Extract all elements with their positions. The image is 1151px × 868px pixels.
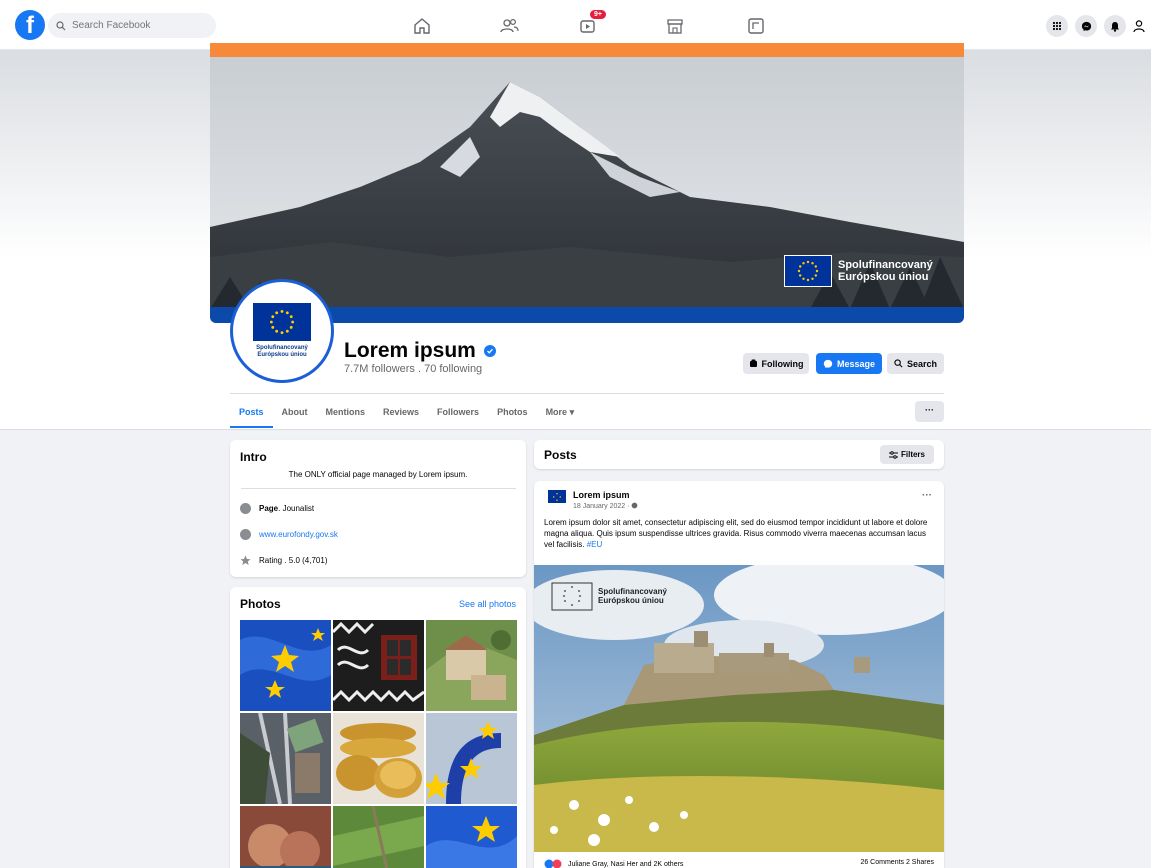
more-options-button[interactable]: ··· [915, 401, 944, 422]
intro-divider [241, 488, 516, 489]
filters-label: Filters [900, 450, 925, 459]
intro-description: The ONLY official page managed by Lorem … [288, 470, 468, 479]
cover-eu-badge: Spolufinancovaný Európskou úniou [784, 255, 933, 287]
intro-title: Intro [240, 450, 267, 464]
photo-thumbnail[interactable] [240, 713, 331, 804]
page-name-text: Lorem ipsum [344, 339, 476, 362]
posts-title: Posts [544, 448, 577, 462]
page-title: Lorem ipsum [344, 339, 496, 363]
posts-header-card: Posts Filters [534, 440, 944, 469]
photo-thumbnail[interactable] [426, 713, 517, 804]
tab-photos[interactable]: Photos [488, 398, 537, 428]
post-image[interactable]: Spolufinancovaný Európskou úniou [534, 565, 944, 852]
page-type-label: Page [259, 504, 279, 513]
globe-icon [631, 502, 638, 509]
home-icon[interactable] [410, 14, 434, 38]
photo-thumbnail[interactable] [333, 713, 424, 804]
filters-icon [888, 450, 898, 459]
intro-card: Intro The ONLY official page managed by … [230, 440, 526, 577]
cover-eu-line1: Spolufinancovaný [838, 259, 933, 271]
post-stats[interactable]: 26 Comments 2 Shares [860, 859, 934, 866]
tab-about[interactable]: About [273, 398, 317, 428]
search-box[interactable] [48, 13, 216, 38]
globe-icon [240, 529, 251, 540]
search-page-button[interactable]: Search [887, 353, 944, 374]
castle-landscape-image [534, 565, 944, 852]
post-image-eu-line2: Európskou úniou [598, 596, 664, 605]
search-icon [56, 20, 66, 30]
photo-thumbnail[interactable] [333, 620, 424, 711]
photo-thumbnail[interactable] [240, 806, 331, 868]
tab-mentions[interactable]: Mentions [317, 398, 375, 428]
eu-flag-icon [253, 303, 311, 341]
tab-more[interactable]: More ▾ [537, 398, 584, 428]
reactions-summary[interactable]: Juliane Gray, Nasi Her and 2K others [544, 859, 683, 868]
follower-stats: 7.7M followers . 70 following [344, 363, 483, 375]
cover-photo[interactable]: Spolufinancovaný Európskou úniou [210, 43, 964, 323]
photos-title: Photos [240, 597, 281, 611]
post-date: 18 January 2022 · [573, 502, 638, 510]
messenger-icon [823, 359, 833, 368]
tab-followers[interactable]: Followers [428, 398, 488, 428]
following-icon [749, 359, 757, 367]
menu-grid-icon[interactable] [1046, 15, 1068, 37]
verified-badge-icon [483, 345, 496, 357]
website-link[interactable]: www.eurofondy.gov.sk [259, 530, 338, 539]
photo-thumbnail[interactable] [240, 620, 331, 711]
cover-eu-line2: Európskou úniou [838, 271, 929, 283]
notification-badge: 9+ [590, 10, 606, 19]
tab-posts[interactable]: Posts [230, 398, 273, 428]
info-icon [240, 503, 251, 514]
page-type-row: Page . Jounalist [240, 503, 314, 514]
page-tabs: Posts About Mentions Reviews Followers P… [230, 398, 583, 428]
post-more-button[interactable]: ··· [922, 490, 932, 501]
search-label: Search [906, 358, 938, 369]
eu-flag-icon [784, 255, 832, 287]
website-row: www.eurofondy.gov.sk [240, 529, 338, 540]
star-icon [240, 555, 251, 565]
friends-icon[interactable] [497, 14, 521, 38]
post-author[interactable]: Lorem ipsum [573, 490, 630, 500]
post-image-eu-label: Spolufinancovaný Európskou úniou [598, 587, 667, 605]
reactions-text: Juliane Gray, Nasi Her and 2K others [568, 860, 684, 868]
cover-accent-bar [210, 43, 964, 57]
following-label: Following [761, 358, 804, 369]
following-button[interactable]: Following [743, 353, 809, 374]
account-icon[interactable] [1130, 14, 1148, 38]
facebook-logo-icon[interactable]: f [15, 10, 45, 40]
photo-thumbnail[interactable] [426, 620, 517, 711]
photos-card: Photos See all photos [230, 587, 526, 868]
tab-reviews[interactable]: Reviews [374, 398, 428, 428]
post-card: Lorem ipsum 18 January 2022 · ··· Lorem … [534, 481, 944, 868]
gaming-icon[interactable] [744, 14, 768, 38]
photo-thumbnail[interactable] [333, 806, 424, 868]
message-button[interactable]: Message [816, 353, 882, 374]
post-text: Lorem ipsum dolor sit amet, consectetur … [544, 517, 936, 550]
page-type-value: . Jounalist [278, 504, 315, 513]
post-date-text: 18 January 2022 · [573, 503, 632, 510]
filters-button[interactable]: Filters [880, 445, 934, 464]
post-image-eu-line1: Spolufinancovaný [598, 587, 667, 596]
avatar[interactable]: Spolufinancovaný Európskou úniou [230, 279, 334, 383]
marketplace-icon[interactable] [663, 14, 687, 38]
avatar-line2: Európskou úniou [257, 352, 307, 358]
messenger-icon[interactable] [1075, 15, 1097, 37]
photo-thumbnail[interactable] [426, 806, 517, 868]
post-author-avatar[interactable] [548, 490, 566, 503]
message-label: Message [836, 358, 876, 369]
rating-text: Rating . 5.0 (4,701) [259, 556, 328, 565]
rating-row: Rating . 5.0 (4,701) [240, 555, 327, 566]
avatar-line1: Spolufinancovaný [256, 345, 308, 351]
bell-icon[interactable] [1104, 15, 1126, 37]
post-hashtag[interactable]: #EU [587, 540, 603, 549]
photo-grid [240, 620, 517, 868]
see-all-photos-link[interactable]: See all photos [459, 599, 516, 609]
search-icon [894, 359, 903, 368]
header-divider [230, 393, 944, 394]
like-love-reactions-icon [544, 859, 562, 868]
search-input[interactable] [72, 20, 202, 31]
